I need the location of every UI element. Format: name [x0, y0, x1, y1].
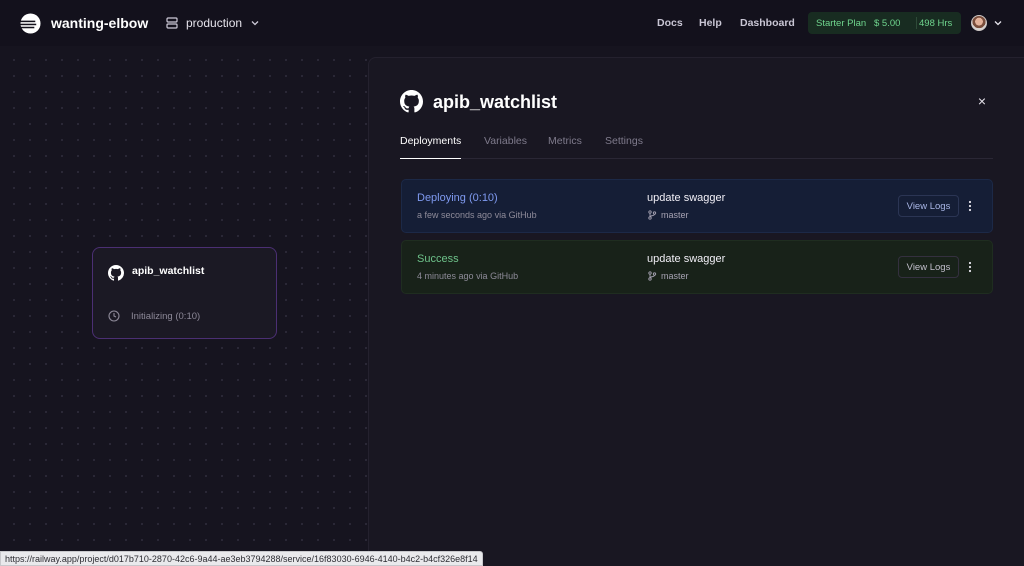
deployment-status: Success [417, 253, 459, 265]
tab-settings[interactable]: Settings [605, 135, 643, 159]
close-icon[interactable]: × [975, 94, 989, 108]
service-panel: apib_watchlist × Deployments Variables M… [368, 57, 1024, 566]
kebab-menu-icon[interactable] [966, 260, 974, 274]
view-logs-button[interactable]: View Logs [898, 195, 959, 217]
github-icon [108, 265, 124, 281]
nav-help-link[interactable]: Help [699, 17, 722, 29]
clock-icon [108, 310, 120, 322]
deployment-row[interactable]: Success 4 minutes ago via GitHub update … [401, 240, 993, 294]
plan-cost: $ 5.00 [874, 17, 901, 29]
tab-metrics[interactable]: Metrics [548, 135, 582, 159]
deployment-time: a few seconds ago via GitHub [417, 210, 537, 220]
github-icon [400, 90, 423, 113]
commit-message: update swagger [647, 192, 726, 204]
plan-name: Starter Plan [816, 17, 867, 29]
environment-icon [166, 17, 178, 29]
environment-label: production [186, 16, 243, 30]
tab-deployments[interactable]: Deployments [400, 135, 462, 159]
service-card-status: Initializing (0:10) [131, 311, 201, 322]
kebab-menu-icon[interactable] [966, 199, 974, 213]
view-logs-button[interactable]: View Logs [898, 256, 959, 278]
deployment-time-text: 4 minutes ago [417, 271, 474, 281]
service-card-title: apib_watchlist [132, 265, 205, 277]
environment-switcher[interactable]: production [166, 13, 260, 33]
chevron-down-icon [251, 21, 259, 26]
nav-dashboard-link[interactable]: Dashboard [740, 17, 795, 29]
plan-hours: 498 Hrs [919, 17, 953, 29]
nav-docs-link[interactable]: Docs [657, 17, 683, 29]
git-branch-icon [648, 271, 657, 281]
plan-divider [916, 17, 917, 29]
deployment-time: 4 minutes ago via GitHub [417, 271, 518, 281]
tab-variables[interactable]: Variables [484, 135, 527, 159]
deployment-source: via GitHub [494, 210, 537, 220]
panel-tabs: Deployments Variables Metrics Settings [400, 135, 993, 159]
railway-logo-icon[interactable] [20, 13, 41, 34]
user-avatar[interactable] [971, 15, 987, 31]
service-card[interactable]: apib_watchlist Initializing (0:10) [92, 247, 277, 339]
project-name[interactable]: wanting-elbow [51, 15, 148, 31]
deployment-source: via GitHub [476, 271, 519, 281]
branch-name: master [661, 210, 689, 220]
panel-title: apib_watchlist [433, 92, 558, 112]
deployment-row[interactable]: Deploying (0:10) a few seconds ago via G… [401, 179, 993, 233]
plan-usage-badge[interactable]: Starter Plan $ 5.00 498 Hrs [808, 12, 961, 34]
branch-name: master [661, 271, 689, 281]
chevron-down-icon[interactable] [993, 18, 1003, 28]
top-bar: wanting-elbow production Docs Help Dashb… [0, 0, 1024, 46]
deployment-status: Deploying (0:10) [417, 192, 498, 204]
git-branch-icon [648, 210, 657, 220]
status-bar-url: https://railway.app/project/d017b710-287… [0, 551, 483, 566]
deployment-time-text: a few seconds ago [417, 210, 493, 220]
commit-message: update swagger [647, 253, 726, 265]
